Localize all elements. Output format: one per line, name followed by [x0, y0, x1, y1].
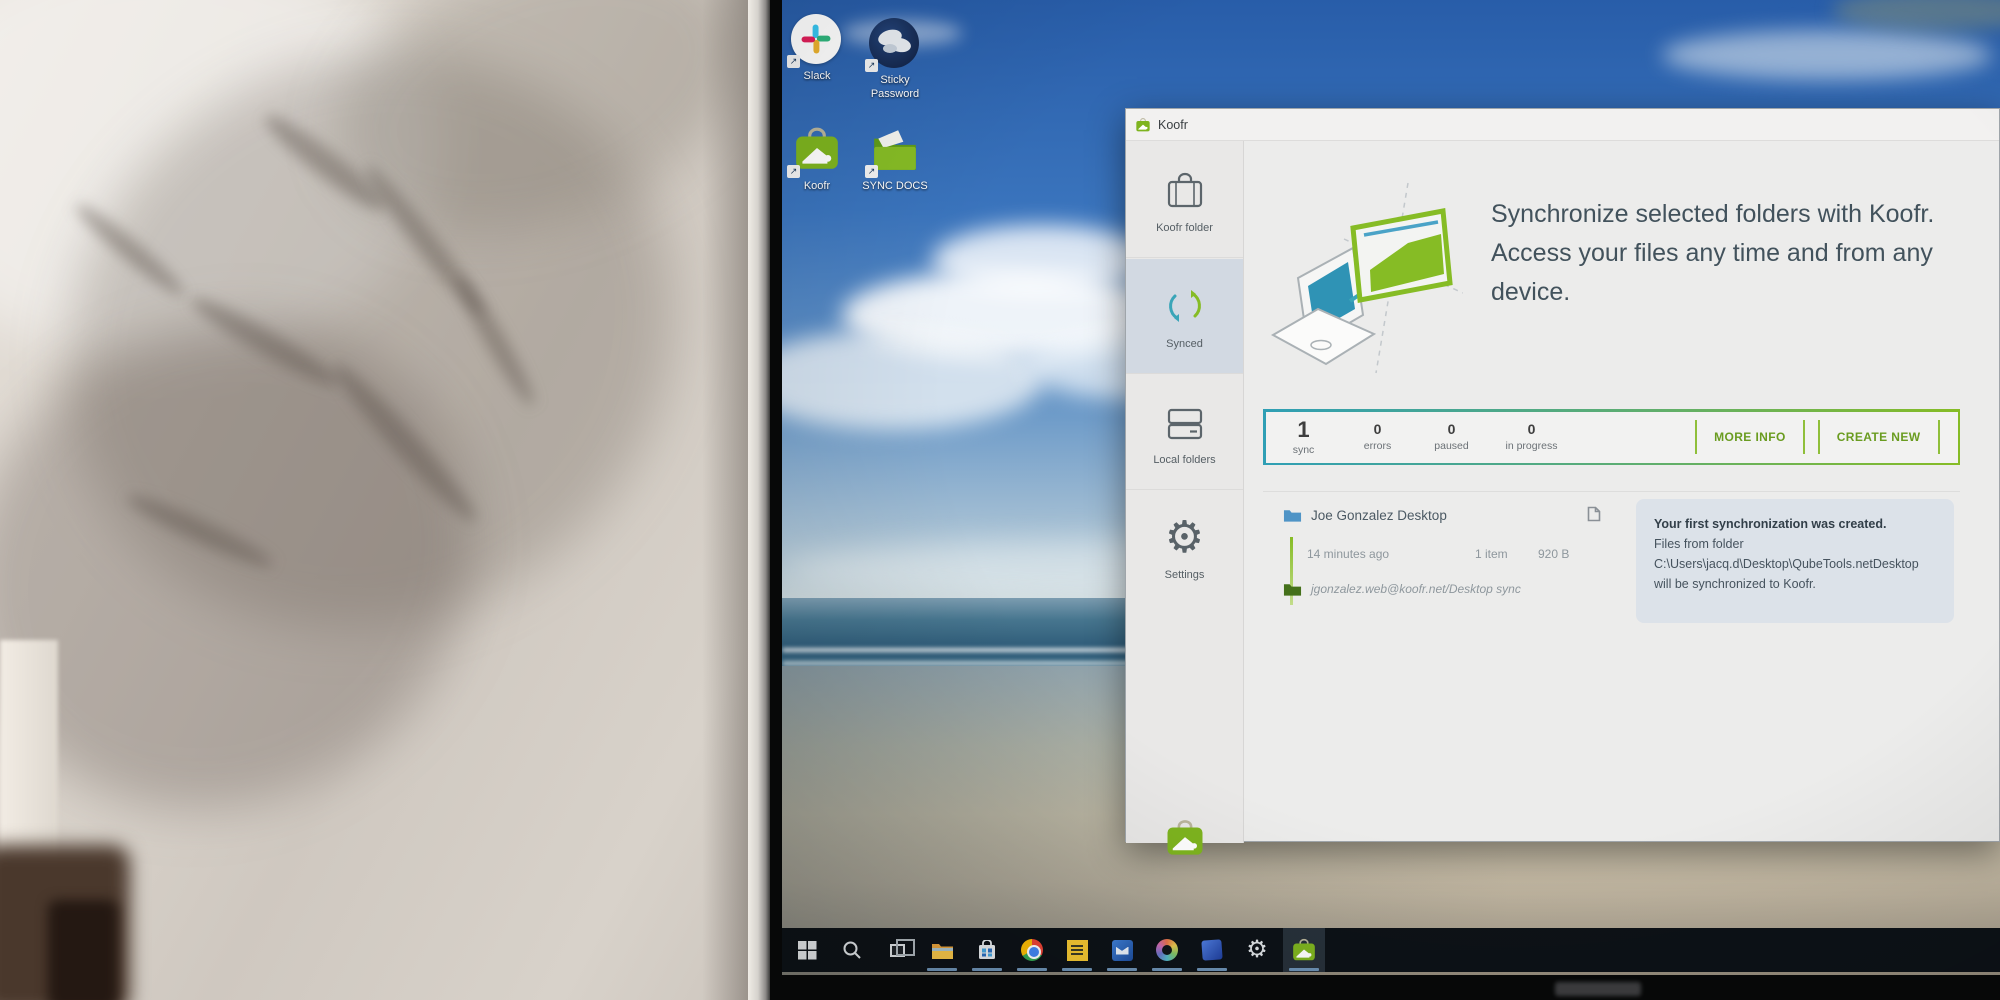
- notification-path: C:\Users\jacq.d\Desktop\QubeTools.netDes…: [1654, 554, 1936, 574]
- stat-in-progress: 0 in progress: [1506, 422, 1558, 451]
- sidebar-item-label: Synced: [1166, 338, 1203, 350]
- notification-panel: Your first synchronization was created. …: [1636, 499, 1954, 623]
- notification-title: Your first synchronization was created.: [1654, 514, 1936, 534]
- taskbar-chrome[interactable]: [1011, 928, 1053, 972]
- shortcut-arrow-icon: [865, 59, 878, 72]
- desktop-icon-label: Sticky Password: [858, 74, 932, 102]
- gear-icon: [1246, 938, 1268, 962]
- desktop-icon-label: SYNC DOCS: [858, 180, 932, 194]
- sync-item-card[interactable]: Joe Gonzalez Desktop 14 minutes ago 1 it…: [1263, 505, 1625, 615]
- stats-bar: 1 sync 0 errors 0 paused 0: [1263, 409, 1960, 465]
- sidebar-item-koofr-folder[interactable]: Koofr folder: [1126, 143, 1243, 258]
- sync-icon: [1162, 283, 1208, 329]
- windows-logo-icon: [798, 941, 817, 960]
- desktop-icon-label: Koofr: [782, 180, 854, 194]
- desktop-icon-koofr[interactable]: Koofr: [782, 124, 854, 194]
- microsoft-store-icon: [977, 940, 997, 961]
- koofr-window: Koofr Koofr folder: [1125, 108, 2000, 842]
- gear-icon: [1165, 516, 1204, 560]
- sidebar-item-label: Local folders: [1153, 454, 1215, 466]
- sync-remote-path: jgonzalez.web@koofr.net/Desktop sync: [1311, 582, 1521, 596]
- sync-item-count: 1 item: [1475, 547, 1508, 561]
- photo-of-laptop: Slack Sticky Password Koofr: [0, 0, 2000, 1000]
- stat-syncs: 1 sync: [1284, 418, 1324, 456]
- desktop-icon-sync-docs-folder[interactable]: SYNC DOCS: [858, 124, 932, 194]
- taskbar-photos[interactable]: [1146, 928, 1188, 972]
- taskbar-koofr[interactable]: [1283, 928, 1325, 972]
- taskbar-sticky-notes[interactable]: [1056, 928, 1098, 972]
- window-title: Koofr: [1158, 118, 1188, 132]
- window-titlebar[interactable]: Koofr: [1126, 109, 1999, 141]
- sidebar-item-local-folders[interactable]: Local folders: [1126, 375, 1243, 490]
- word-icon: [1201, 939, 1222, 960]
- taskbar-search[interactable]: [831, 928, 873, 972]
- create-new-button[interactable]: CREATE NEW: [1833, 430, 1925, 444]
- wall-background: [0, 0, 748, 1000]
- task-view-button[interactable]: [876, 928, 918, 972]
- shortcut-arrow-icon: [865, 165, 878, 178]
- stat-errors: 0 errors: [1358, 422, 1398, 451]
- taskbar-settings[interactable]: [1236, 928, 1278, 972]
- sidebar-item-label: Settings: [1165, 569, 1205, 581]
- more-info-button[interactable]: MORE INFO: [1710, 430, 1790, 444]
- drive-icon: [1162, 399, 1208, 445]
- taskbar: [782, 928, 2000, 972]
- chrome-icon: [1021, 939, 1043, 961]
- taskbar-mail[interactable]: [1101, 928, 1143, 972]
- mail-icon: [1112, 940, 1133, 961]
- panel-heading: Synchronize selected folders with Koofr.…: [1491, 195, 1983, 311]
- desktop-icon-label: Slack: [782, 70, 854, 84]
- sync-name: Joe Gonzalez Desktop: [1311, 508, 1447, 523]
- shortcut-arrow-icon: [787, 55, 800, 68]
- synced-panel: Synchronize selected folders with Koofr.…: [1244, 141, 2000, 843]
- desktop-icon-slack[interactable]: Slack: [782, 14, 854, 84]
- suitcase-icon: [1162, 167, 1208, 213]
- sidebar-item-label: Koofr folder: [1156, 222, 1213, 234]
- photos-icon: [1156, 939, 1178, 961]
- flip-card-icon[interactable]: [1585, 505, 1603, 523]
- sticky-notes-icon: [1067, 940, 1088, 961]
- start-button[interactable]: [786, 928, 828, 972]
- desktop-icon-sticky-password[interactable]: Sticky Password: [858, 18, 932, 102]
- sync-last-time: 14 minutes ago: [1307, 547, 1389, 561]
- laptop-screen: Slack Sticky Password Koofr: [782, 0, 2000, 975]
- koofr-folder-icon: [1283, 581, 1302, 597]
- sync-illustration: [1258, 173, 1463, 385]
- notification-line: Files from folder: [1654, 534, 1936, 554]
- koofr-app-icon: [1135, 117, 1151, 133]
- foreground-object: [48, 900, 118, 1000]
- taskbar-file-explorer[interactable]: [921, 928, 963, 972]
- sidebar-item-settings[interactable]: Settings: [1126, 491, 1243, 606]
- taskbar-word[interactable]: [1191, 928, 1233, 972]
- taskbar-microsoft-store[interactable]: [966, 928, 1008, 972]
- sidebar-item-synced[interactable]: Synced: [1126, 259, 1243, 374]
- blue-folder-icon: [1283, 507, 1302, 523]
- laptop-edge: [748, 0, 770, 1000]
- koofr-logo-icon: [1164, 817, 1206, 859]
- laptop-logo: [1555, 982, 1641, 996]
- shortcut-arrow-icon: [787, 165, 800, 178]
- file-explorer-icon: [931, 941, 954, 960]
- sidebar: Koofr folder Synced: [1126, 141, 1244, 843]
- sync-size: 920 B: [1538, 547, 1569, 561]
- task-view-icon: [890, 944, 905, 957]
- notification-line: will be synchronized to Koofr.: [1654, 574, 1936, 594]
- koofr-icon: [1291, 937, 1317, 963]
- search-icon: [841, 939, 863, 961]
- stat-paused: 0 paused: [1432, 422, 1472, 451]
